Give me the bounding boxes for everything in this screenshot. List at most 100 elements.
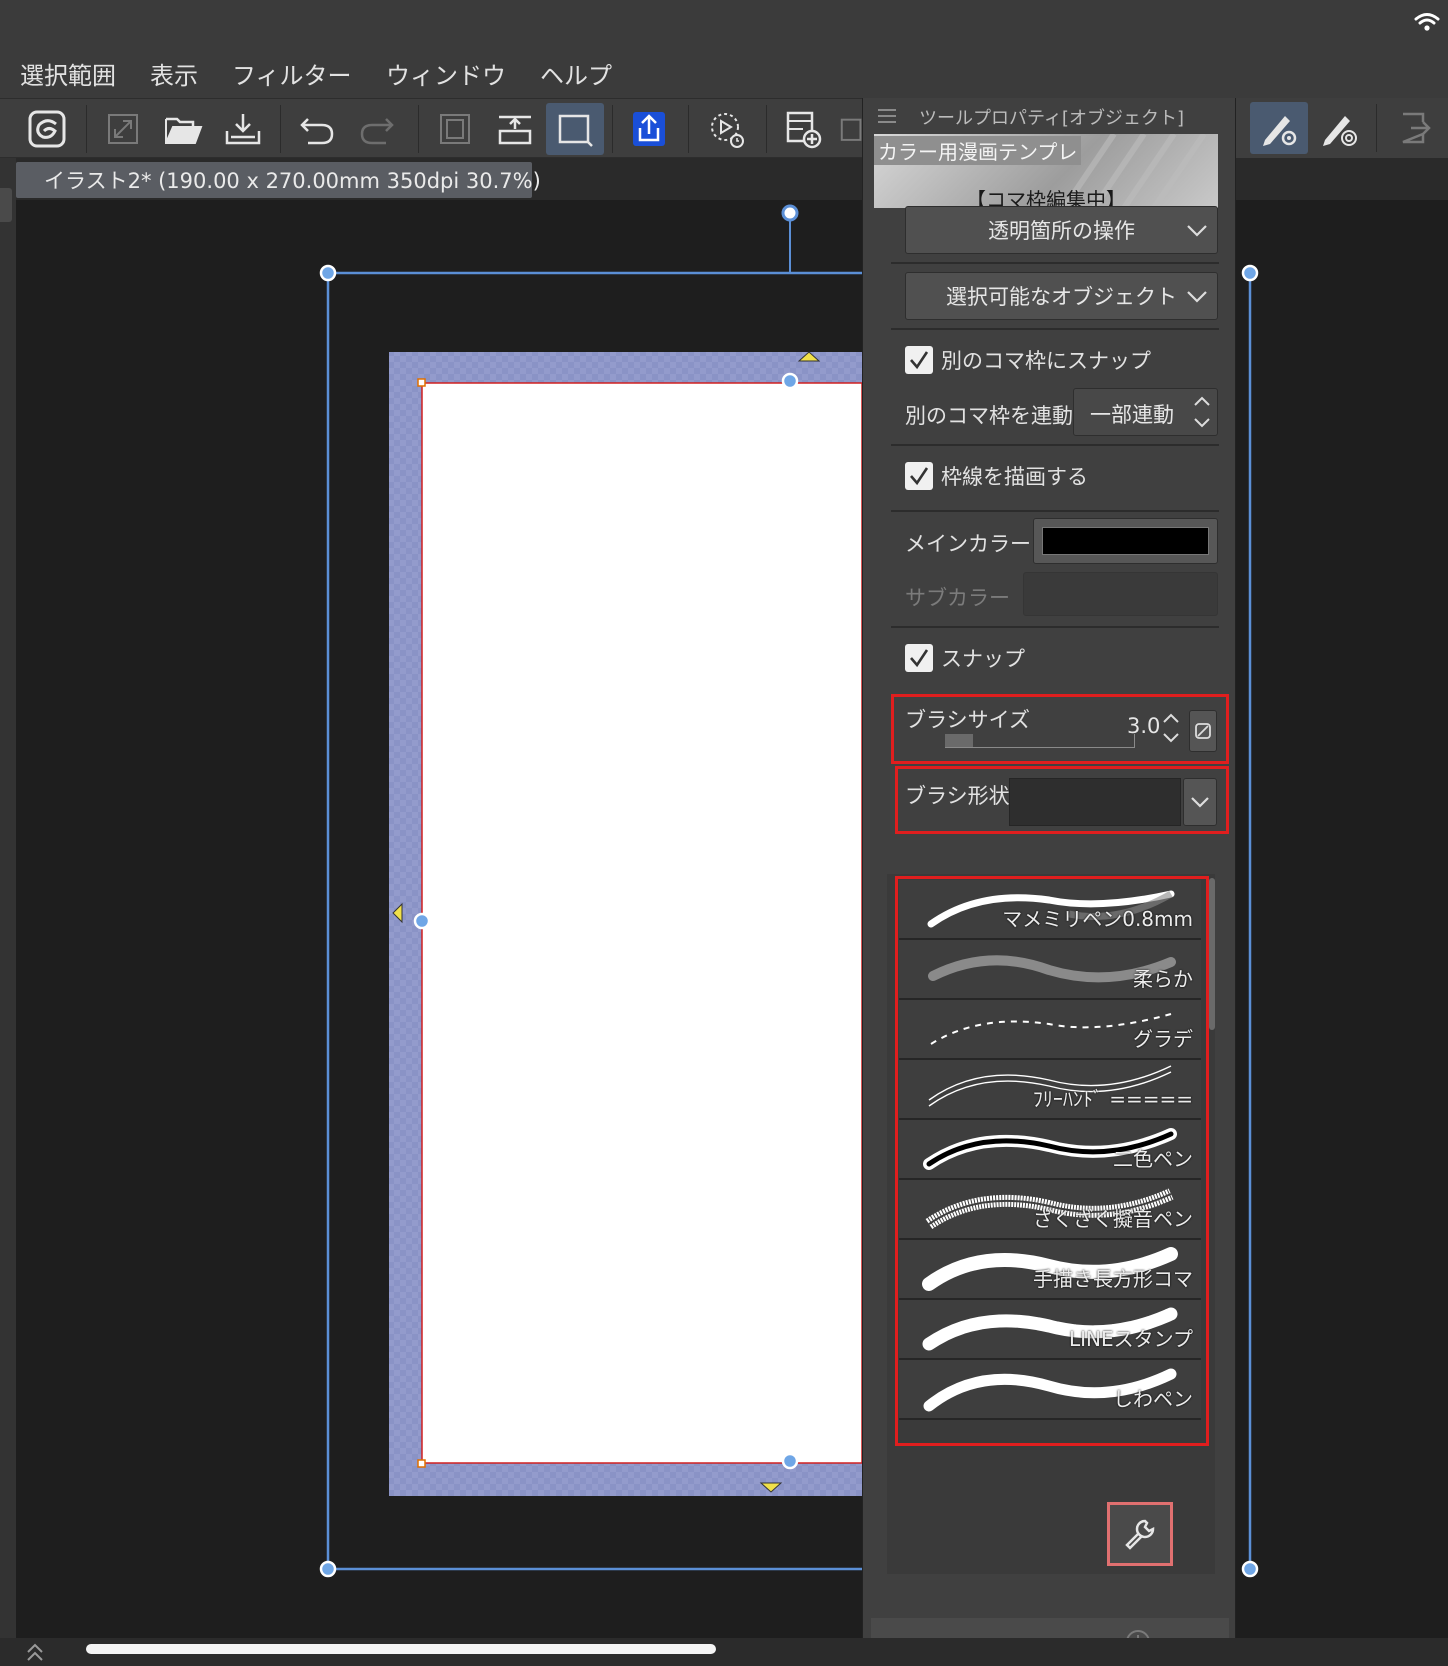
chevron-down-icon	[1187, 291, 1207, 303]
folder-open-icon	[165, 117, 203, 144]
main-color-swatch-frame[interactable]	[1033, 518, 1218, 564]
frame-icon	[558, 114, 593, 147]
tool-property-panel: ツールプロパティ[オブジェクト] カラー用漫画テンプレ 【コマ枠編集中】 透明箇…	[862, 98, 1236, 1666]
exit-button[interactable]	[1386, 102, 1444, 154]
open-button[interactable]	[154, 103, 212, 155]
clip-studio-icon	[28, 110, 66, 148]
chevron-down-icon	[1187, 225, 1207, 237]
brush-list-scrollbar[interactable]	[1209, 878, 1215, 1030]
brush-size-value[interactable]: 3.0	[1127, 714, 1160, 738]
tool-settings-button[interactable]	[1107, 1502, 1173, 1566]
document-tab-title: イラスト2* (190.00 x 270.00mm 350dpi 30.7%)	[44, 169, 541, 193]
add-page-icon	[786, 111, 822, 149]
pressure-settings-button[interactable]	[1189, 710, 1217, 752]
checkmark-icon	[910, 649, 929, 668]
tool-preview: カラー用漫画テンプレ 【コマ枠編集中】	[874, 134, 1218, 208]
download-icon	[225, 114, 261, 145]
panel-title: ツールプロパティ[オブジェクト]	[919, 108, 1184, 129]
status-bar	[0, 0, 1448, 52]
menu-bar: 選択範囲 表示 フィルター ウィンドウ ヘルプ	[0, 52, 1448, 98]
menu-filter[interactable]: フィルター	[232, 56, 352, 91]
undo-icon	[300, 118, 334, 145]
draw-border-label: 枠線を描画する	[941, 465, 1088, 489]
brush-shape-dropdown-button[interactable]	[1183, 778, 1217, 826]
left-strip	[0, 158, 16, 1638]
transform-button[interactable]	[486, 103, 544, 155]
pen-target-icon	[1323, 116, 1357, 146]
sub-tool-detail-button[interactable]	[1310, 102, 1368, 154]
canvas-area[interactable]	[16, 200, 862, 1638]
film-button[interactable]	[426, 103, 484, 155]
snap-label: スナップ	[941, 647, 1025, 671]
brush-shape-label: ブラシ形状	[905, 784, 1010, 808]
transparent-area-value: 透明箇所の操作	[988, 219, 1135, 243]
chevron-up-double-icon[interactable]	[24, 1642, 46, 1664]
main-color-swatch	[1042, 527, 1209, 555]
canvas-frame-button[interactable]	[546, 103, 604, 155]
menu-selection[interactable]: 選択範囲	[20, 56, 116, 91]
snap-checkbox[interactable]: スナップ	[905, 642, 1025, 674]
menu-view[interactable]: 表示	[150, 56, 198, 91]
draw-border-checkbox[interactable]: 枠線を描画する	[905, 460, 1088, 492]
brush-size-label: ブラシサイズ	[905, 708, 1030, 732]
scale-icon	[498, 115, 532, 145]
panel-header: ツールプロパティ[オブジェクト]	[863, 98, 1237, 134]
film-icon	[440, 114, 470, 144]
save-button[interactable]	[214, 103, 272, 155]
main-color-label: メインカラー	[905, 532, 1031, 556]
canvas-view[interactable]	[16, 200, 862, 1638]
document-tab[interactable]: イラスト2* (190.00 x 270.00mm 350dpi 30.7%)	[16, 162, 541, 198]
link-frames-label: 別のコマ枠を連動	[905, 404, 1073, 428]
brush-size-slider-fill	[945, 734, 974, 747]
left-panel-handle[interactable]	[0, 188, 12, 222]
checkbox-checked[interactable]	[905, 346, 933, 374]
checkmark-icon	[910, 351, 929, 370]
redo-button[interactable]	[348, 103, 406, 155]
menu-window[interactable]: ウィンドウ	[386, 56, 506, 91]
link-frames-value: 一部連動	[1090, 403, 1174, 427]
right-toolbar	[1236, 98, 1448, 158]
timelapse-button[interactable]	[698, 103, 756, 155]
tool-property-button[interactable]	[1250, 102, 1308, 154]
home-indicator	[86, 1644, 716, 1654]
new-panel-button[interactable]	[774, 103, 832, 155]
snap-other-frames-label: 別のコマ枠にスナップ	[941, 349, 1151, 373]
up-down-arrows-icon[interactable]	[1161, 710, 1181, 746]
sub-color-swatch	[1023, 572, 1218, 616]
redo-icon	[360, 118, 394, 145]
timelapse-icon	[711, 113, 744, 148]
hamburger-menu-icon[interactable]	[877, 108, 897, 124]
canvas-area-right[interactable]	[1236, 200, 1448, 1638]
menu-help[interactable]: ヘルプ	[540, 56, 612, 91]
layout-button[interactable]	[834, 103, 862, 155]
wrench-icon	[1125, 1519, 1155, 1550]
page-frame	[421, 382, 862, 1464]
up-down-arrows-icon[interactable]	[1192, 393, 1212, 431]
wifi-icon	[1414, 13, 1440, 31]
preview-title: カラー用漫画テンプレ	[874, 136, 1082, 165]
checkmark-icon	[910, 467, 929, 486]
link-frames-spinner[interactable]: 一部連動	[1073, 388, 1218, 436]
exit-icon	[1402, 112, 1431, 144]
brush-size-slider[interactable]	[945, 734, 1135, 748]
selectable-object-value: 選択可能なオブジェクト	[946, 285, 1177, 309]
chevron-down-icon	[1191, 797, 1209, 808]
brush-shape-field[interactable]	[1009, 778, 1181, 826]
sub-color-label: サブカラー	[905, 586, 1010, 610]
checkbox-checked[interactable]	[905, 644, 933, 672]
pressure-icon	[1195, 723, 1211, 739]
transparent-area-dropdown[interactable]: 透明箇所の操作	[905, 206, 1218, 254]
brush-list-highlight	[895, 876, 1209, 1446]
share-icon	[633, 112, 665, 146]
snap-other-frames-checkbox[interactable]: 別のコマ枠にスナップ	[905, 344, 1151, 376]
fullscreen-button[interactable]	[94, 103, 152, 155]
expand-icon	[108, 114, 138, 144]
undo-button[interactable]	[288, 103, 346, 155]
pen-settings-icon	[1263, 116, 1297, 146]
layout-icon	[840, 118, 862, 141]
app-logo-button[interactable]	[18, 103, 76, 155]
checkbox-checked[interactable]	[905, 462, 933, 490]
preview-subtitle: 【コマ枠編集中】	[966, 188, 1126, 208]
selectable-object-dropdown[interactable]: 選択可能なオブジェクト	[905, 272, 1218, 320]
share-button[interactable]	[620, 103, 678, 155]
